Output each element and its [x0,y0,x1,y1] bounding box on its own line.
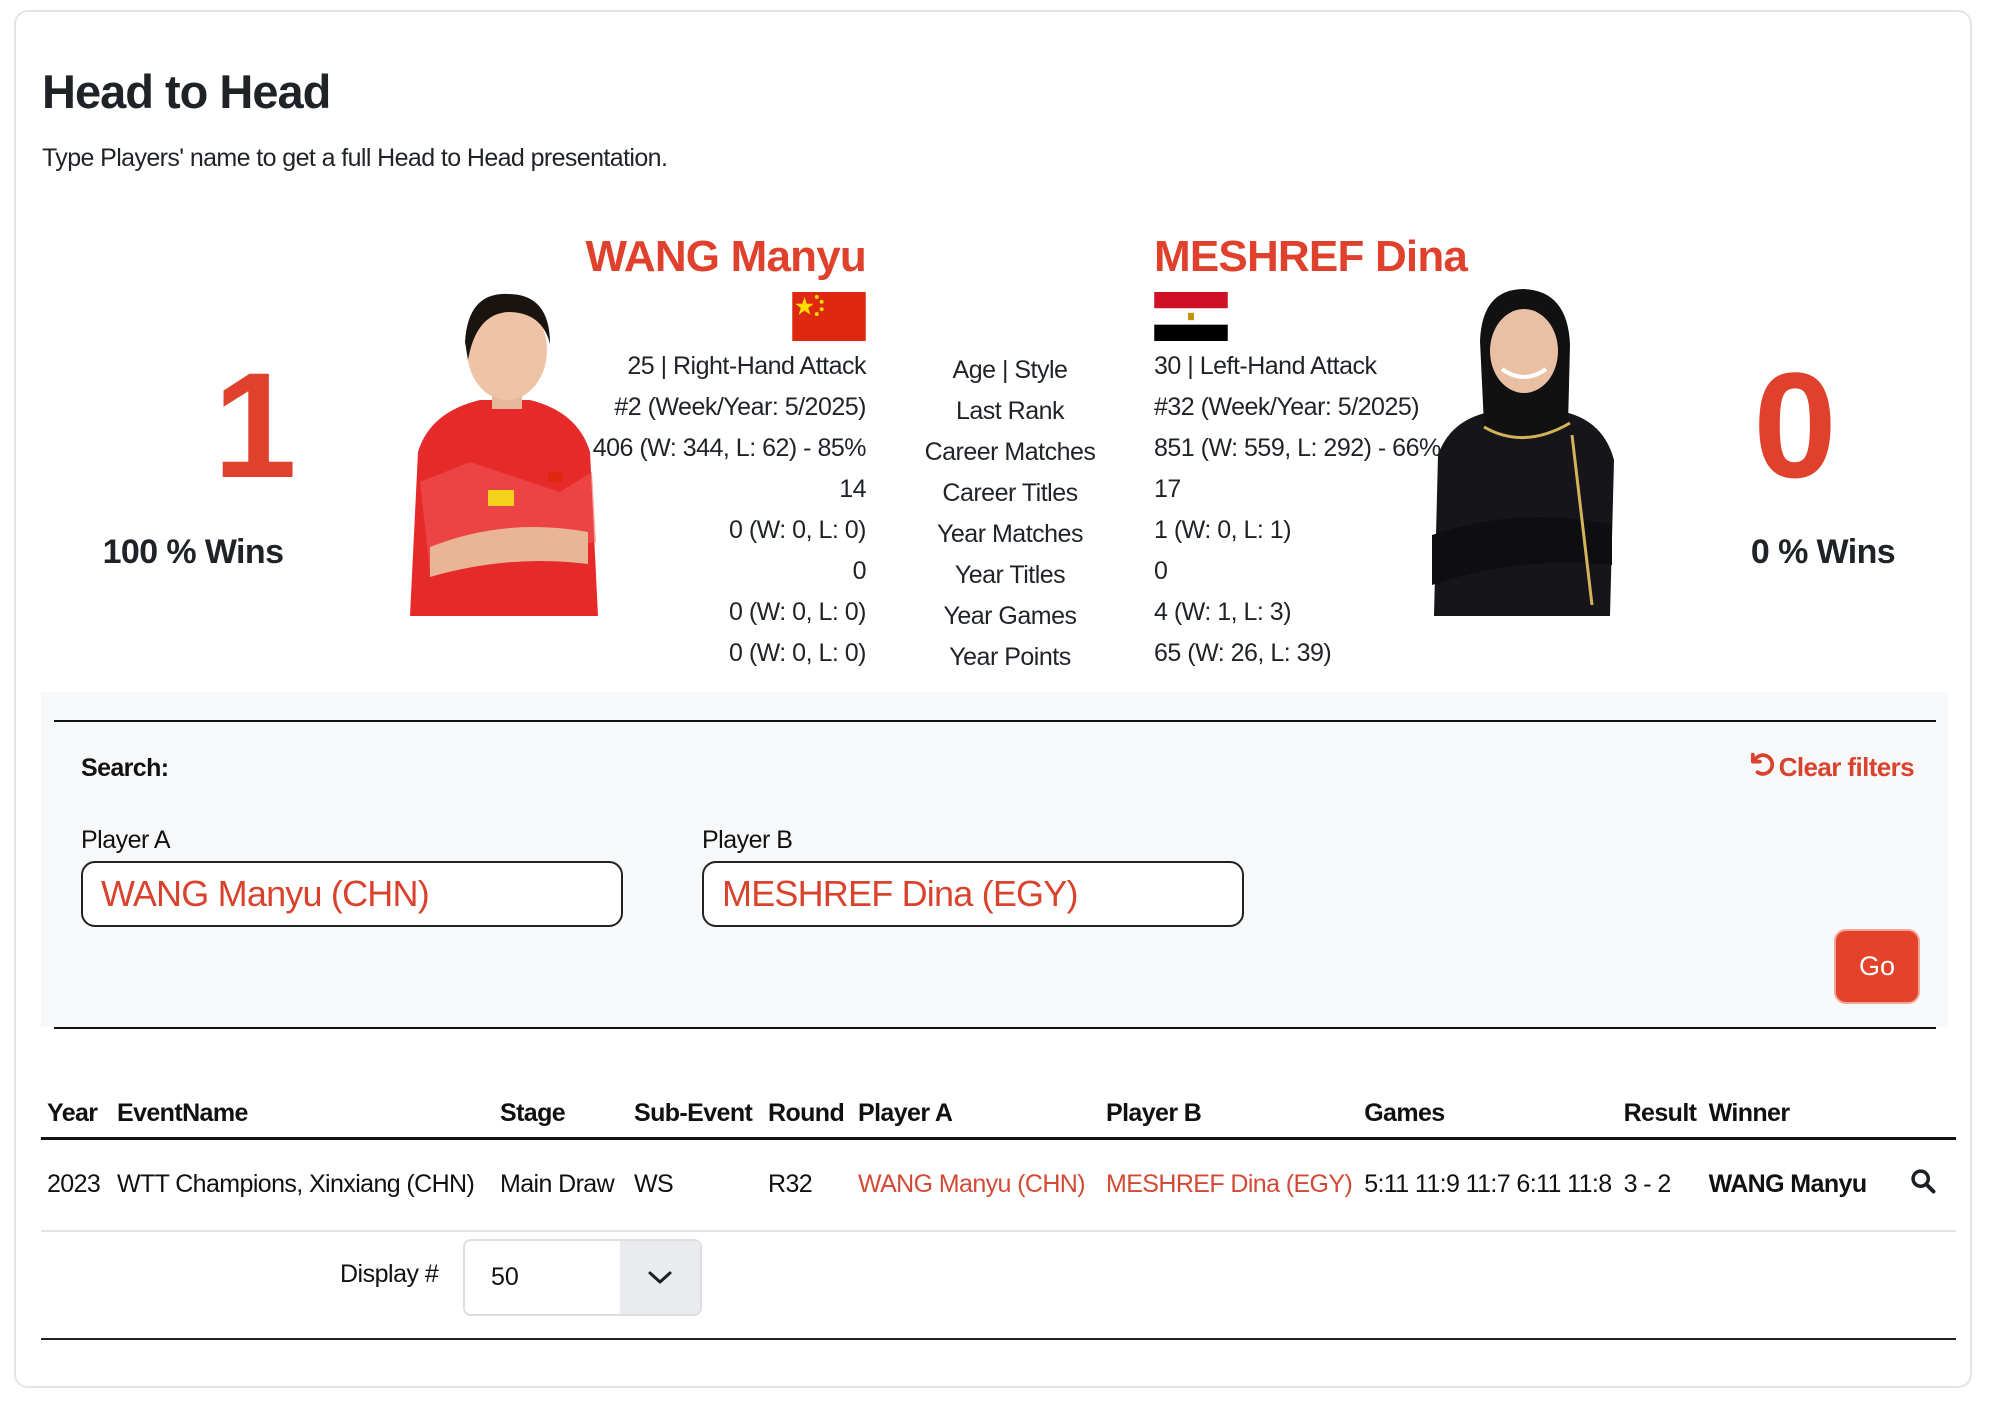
col-event-name[interactable]: EventName [111,1090,494,1140]
player-a-last-rank: #2 (Week/Year: 5/2025) [614,393,866,421]
cell-sub-event: WS [628,1138,762,1232]
label-career-titles: Career Titles [942,479,1078,507]
player-a-label: Player A [81,826,171,854]
col-winner[interactable]: Winner [1702,1090,1903,1140]
player-a-wins-percent: 100 % Wins [102,533,284,571]
col-games[interactable]: Games [1358,1090,1618,1140]
player-a-score: 1 [213,341,297,509]
player-b-photo [1422,285,1622,616]
stat-labels: Age | Style Last Rank Career Matches Car… [900,350,1120,678]
cell-games: 5:11 11:9 11:7 6:11 11:8 [1358,1138,1618,1232]
col-actions [1902,1090,1956,1140]
player-b-year-matches: 1 (W: 0, L: 1) [1154,516,1292,544]
undo-icon [1747,750,1775,785]
player-a-stats: 25 | Right-Hand Attack #2 (Week/Year: 5/… [592,346,867,674]
player-b-year-titles: 0 [1154,557,1168,585]
player-a-photo [410,282,600,616]
label-last-rank: Last Rank [955,397,1065,425]
table-row: 2023 WTT Champions, Xinxiang (CHN) Main … [41,1138,1956,1232]
player-b-input[interactable] [702,861,1244,927]
col-year[interactable]: Year [41,1090,111,1140]
player-a-year-matches: 0 (W: 0, L: 0) [728,516,867,544]
player-a-input[interactable] [81,861,623,927]
label-age-style: Age | Style [952,356,1068,384]
cell-winner: WANG Manyu [1702,1138,1903,1232]
search-icon[interactable] [1909,1169,1937,1201]
label-year-points: Year Points [949,643,1071,671]
player-a-year-points: 0 (W: 0, L: 0) [728,639,867,667]
cell-stage: Main Draw [494,1138,628,1232]
cell-year: 2023 [41,1138,111,1232]
player-b-wins-percent: 0 % Wins [1750,533,1896,571]
cell-player-a-link[interactable]: WANG Manyu (CHN) [852,1138,1100,1232]
player-b-stats: 30 | Left-Hand Attack #32 (Week/Year: 5/… [1154,346,1441,674]
player-a-name: WANG Manyu [585,232,867,281]
label-career-matches: Career Matches [924,438,1096,466]
display-count-label: Display # [340,1260,439,1288]
go-button[interactable]: Go [1834,929,1920,1004]
page-title: Head to Head [42,65,331,118]
player-b-career-matches: 851 (W: 559, L: 292) - 66% [1154,434,1441,462]
player-a-age-style: 25 | Right-Hand Attack [627,352,866,380]
search-label: Search: [81,754,169,782]
display-count-select[interactable]: 50 [463,1239,702,1316]
cell-result: 3 - 2 [1617,1138,1703,1232]
chevron-down-icon [620,1241,700,1314]
egypt-flag-icon [1154,292,1228,341]
display-count-value: 50 [491,1263,519,1291]
results-table: Year EventName Stage Sub-Event Round Pla… [41,1090,1956,1232]
china-flag-icon [792,292,866,341]
col-result[interactable]: Result [1617,1090,1703,1140]
col-round[interactable]: Round [762,1090,852,1140]
player-b-label: Player B [702,826,793,854]
cell-actions [1902,1138,1956,1232]
divider [54,1027,1936,1029]
col-sub-event[interactable]: Sub-Event [628,1090,762,1140]
player-a-year-games: 0 (W: 0, L: 0) [728,598,867,626]
clear-filters-label: Clear filters [1778,752,1915,782]
label-year-games: Year Games [943,602,1077,630]
cell-player-b-link[interactable]: MESHREF Dina (EGY) [1100,1138,1359,1232]
player-b-name: MESHREF Dina [1154,232,1468,281]
clear-filters-button[interactable]: Clear filters [1747,750,1915,785]
label-year-matches: Year Matches [937,520,1083,548]
search-panel: Search: Clear filters Player A Player B … [41,692,1948,1029]
player-a-career-titles: 14 [839,475,866,503]
col-stage[interactable]: Stage [494,1090,628,1140]
player-a-career-matches: 406 (W: 344, L: 62) - 85% [592,434,867,462]
player-a-year-titles: 0 [852,557,867,585]
player-b-year-points: 65 (W: 26, L: 39) [1154,639,1332,667]
divider [41,1338,1956,1340]
player-b-score: 0 [1753,341,1837,509]
player-b-last-rank: #32 (Week/Year: 5/2025) [1154,393,1420,421]
col-player-a[interactable]: Player A [852,1090,1100,1140]
table-header-row: Year EventName Stage Sub-Event Round Pla… [41,1090,1956,1140]
label-year-titles: Year Titles [954,561,1066,589]
player-b-age-style: 30 | Left-Hand Attack [1154,352,1377,380]
player-b-year-games: 4 (W: 1, L: 3) [1154,598,1292,626]
col-player-b[interactable]: Player B [1100,1090,1359,1140]
player-b-career-titles: 17 [1154,475,1181,503]
cell-round: R32 [762,1138,852,1232]
page-subtitle: Type Players' name to get a full Head to… [42,144,668,172]
divider [54,720,1936,722]
cell-event-name: WTT Champions, Xinxiang (CHN) [111,1138,494,1232]
